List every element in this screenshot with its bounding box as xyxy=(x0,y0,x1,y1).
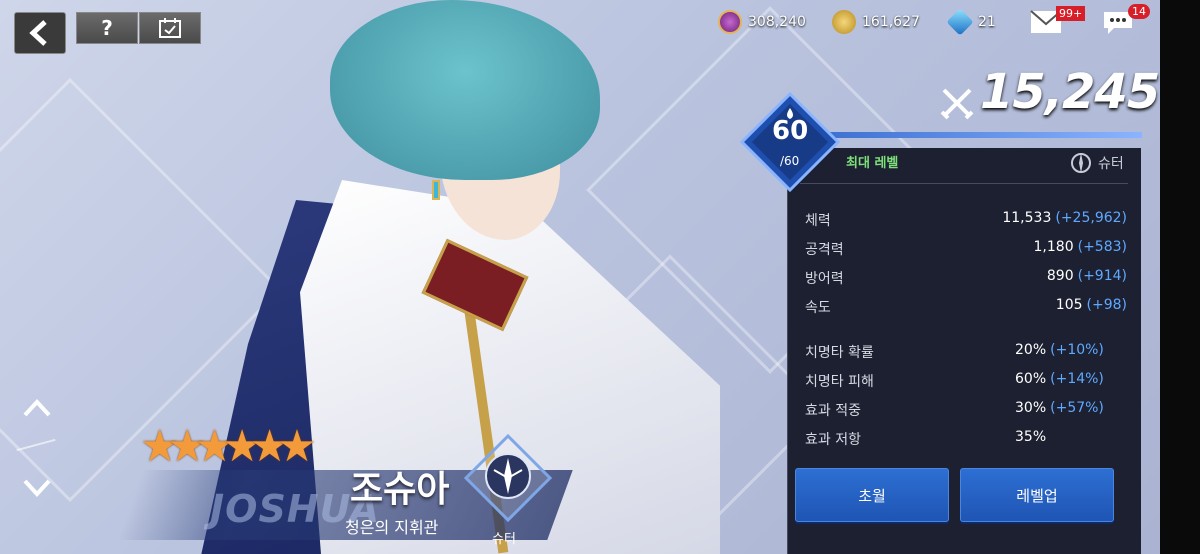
currency-gold[interactable]: 161,627 xyxy=(832,8,920,36)
character-hair xyxy=(330,0,600,180)
stat-row-hp: 체력 11,533 (+25,962) xyxy=(805,210,1127,230)
stat-bonus: (+25,962) xyxy=(1055,210,1127,226)
stat-label: 방어력 xyxy=(805,271,844,287)
stat-label: 치명타 확률 xyxy=(805,345,874,361)
currency-crystal[interactable]: 21 xyxy=(946,8,996,36)
crossed-swords-icon xyxy=(940,88,974,120)
stat-label: 효과 적중 xyxy=(805,403,861,419)
chevron-up-icon xyxy=(23,399,51,417)
stat-value: 11,533 xyxy=(1002,210,1052,226)
calendar-button[interactable] xyxy=(139,12,201,44)
stat-bonus: (+914) xyxy=(1077,268,1127,284)
stat-label: 치명타 피해 xyxy=(805,374,874,390)
stat-row-speed: 속도 105 (+98) xyxy=(805,297,1127,317)
chat-badge: 14 xyxy=(1128,4,1150,19)
stat-bonus: (+57%) xyxy=(1050,400,1104,416)
calendar-check-icon xyxy=(159,18,181,38)
level-current: 60 xyxy=(772,116,809,146)
combat-power: 15,245 xyxy=(980,64,1160,120)
role-indicator: 슈터 xyxy=(1068,150,1124,176)
stat-value: 60% xyxy=(1015,371,1047,387)
stat-value: 890 xyxy=(1046,268,1074,284)
stat-row-effect-resist: 효과 저항 35% xyxy=(805,429,1127,449)
stat-row-defense: 방어력 890 (+914) xyxy=(805,268,1127,288)
stat-value: 1,180 xyxy=(1033,239,1074,255)
stats-divider xyxy=(800,183,1128,184)
currency-crystal-value: 21 xyxy=(978,14,996,30)
crystal-icon xyxy=(946,8,974,36)
stat-row-effect-hit: 효과 적중 30% (+57%) xyxy=(805,400,1127,420)
shooter-role-icon xyxy=(1071,153,1091,173)
chevron-down-icon xyxy=(23,479,51,497)
character-name: 조슈아 xyxy=(350,469,450,510)
shooter-class-icon xyxy=(463,433,553,523)
level-up-button[interactable]: 레벨업 xyxy=(960,468,1114,522)
max-level-label: 최대 레벨 xyxy=(846,156,899,171)
mail-badge: 99+ xyxy=(1056,6,1086,21)
stat-label: 속도 xyxy=(805,300,831,316)
stat-value: 35% xyxy=(1015,429,1047,445)
class-label: 슈터 xyxy=(492,532,516,547)
currency-medal[interactable]: 308,240 xyxy=(718,8,806,36)
character-earring xyxy=(432,180,440,200)
stat-label: 효과 저항 xyxy=(805,432,861,448)
help-button[interactable]: ? xyxy=(76,12,138,44)
stat-bonus: (+10%) xyxy=(1050,342,1104,358)
stat-label: 체력 xyxy=(805,213,831,229)
currency-medal-value: 308,240 xyxy=(748,14,806,30)
stat-bonus: (+14%) xyxy=(1050,371,1104,387)
transcend-button[interactable]: 초월 xyxy=(795,468,949,522)
level-max: /60 xyxy=(780,154,800,168)
star-rating: ★ ★ ★ ★ ★ ★ xyxy=(140,425,317,469)
currency-gold-value: 161,627 xyxy=(862,14,920,30)
character-title: 청은의 지휘관 xyxy=(345,518,439,537)
stat-value: 105 xyxy=(1055,297,1083,313)
stat-row-crit-rate: 치명타 확률 20% (+10%) xyxy=(805,342,1127,362)
stat-value: 20% xyxy=(1015,342,1047,358)
stat-value: 30% xyxy=(1015,400,1047,416)
device-bezel xyxy=(1160,0,1200,554)
gold-coin-icon xyxy=(832,10,856,34)
previous-character-button[interactable] xyxy=(22,396,52,426)
stat-label: 공격력 xyxy=(805,242,844,258)
back-arrow-icon xyxy=(29,20,47,46)
stat-bonus: (+98) xyxy=(1086,297,1127,313)
chat-button[interactable]: 14 xyxy=(1102,4,1150,40)
next-character-button[interactable] xyxy=(22,476,52,506)
role-label: 슈터 xyxy=(1098,156,1124,172)
stat-row-crit-damage: 치명타 피해 60% (+14%) xyxy=(805,371,1127,391)
medal-icon xyxy=(718,10,742,34)
help-icon: ? xyxy=(101,16,113,40)
mail-button[interactable]: 99+ xyxy=(1030,6,1086,38)
stat-row-attack: 공격력 1,180 (+583) xyxy=(805,239,1127,259)
star-icon: ★ xyxy=(277,421,317,472)
stat-bonus: (+583) xyxy=(1077,239,1127,255)
level-bar xyxy=(820,132,1142,138)
back-button[interactable] xyxy=(14,12,66,54)
